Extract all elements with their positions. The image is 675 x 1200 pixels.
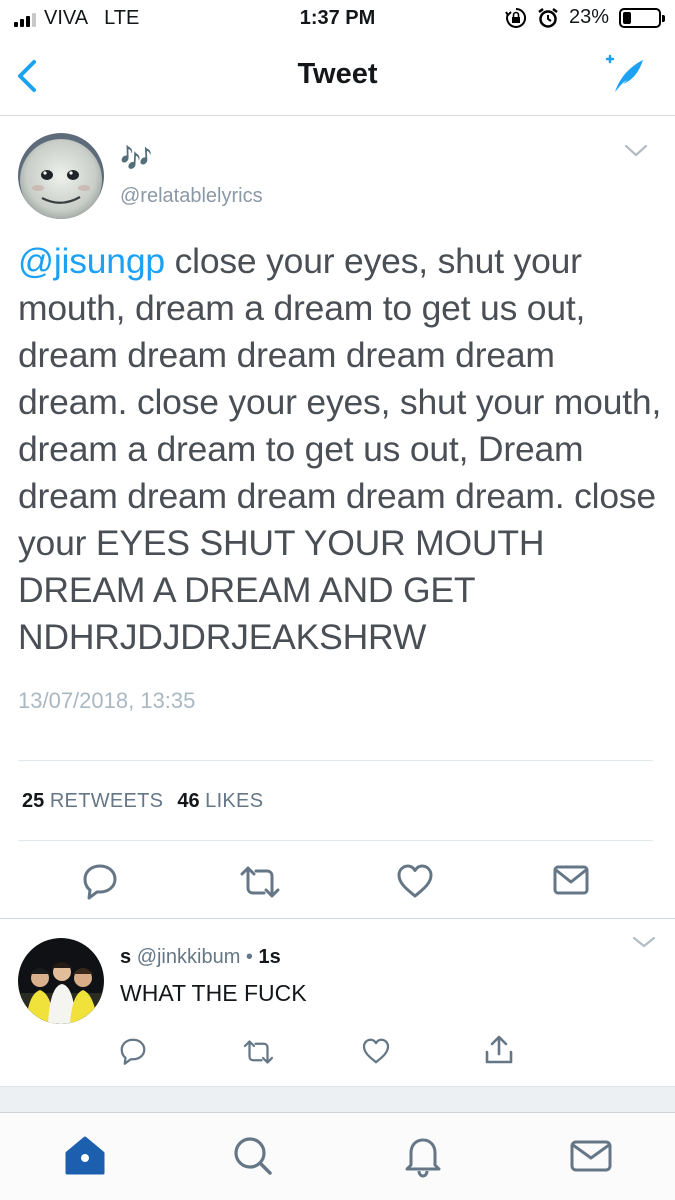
notifications-bell-icon[interactable] xyxy=(400,1133,446,1179)
engagement-counts: 25 RETWEETS 46 LIKES xyxy=(22,790,263,813)
compose-feather-icon[interactable] xyxy=(601,52,649,100)
search-icon[interactable] xyxy=(230,1133,276,1179)
likes-count: 46 xyxy=(177,790,200,812)
battery-percent: 23% xyxy=(568,6,609,28)
tweet-timestamp: 13/07/2018, 13:35 xyxy=(18,688,196,713)
home-icon[interactable] xyxy=(62,1133,108,1179)
reply-header: s @jinkkibum • 1s xyxy=(120,946,281,969)
retweets-count-link[interactable]: 25 RETWEETS xyxy=(22,790,163,813)
direct-message-envelope-icon[interactable] xyxy=(551,862,591,898)
retweets-count: 25 xyxy=(22,790,45,812)
like-heart-icon[interactable] xyxy=(395,861,435,901)
retweet-icon[interactable] xyxy=(238,862,282,902)
reply-icon[interactable] xyxy=(118,1036,148,1066)
avatar[interactable] xyxy=(18,133,104,219)
reply-time: 1s xyxy=(258,946,281,968)
chevron-down-icon[interactable] xyxy=(623,140,649,160)
alarm-icon xyxy=(538,7,558,28)
messages-envelope-icon[interactable] xyxy=(568,1133,614,1179)
page-title: Tweet xyxy=(297,58,378,90)
tab-bar xyxy=(0,1112,675,1200)
divider xyxy=(18,760,653,761)
divider xyxy=(18,840,653,841)
reply-text: WHAT THE FUCK xyxy=(120,980,307,1006)
status-bar: VIVA LTE 1:37 PM 23% xyxy=(0,0,675,38)
share-icon[interactable] xyxy=(483,1034,515,1066)
retweet-icon[interactable] xyxy=(242,1037,275,1067)
reply-avatar[interactable] xyxy=(18,938,104,1024)
chevron-down-icon[interactable] xyxy=(631,934,657,950)
battery-icon xyxy=(619,7,665,28)
reply-icon[interactable] xyxy=(80,861,120,901)
nav-bar: Tweet xyxy=(0,38,675,116)
reply-handle[interactable]: @jinkkibum xyxy=(137,946,241,968)
tweet-body: @jisungp close your eyes, shut your mout… xyxy=(18,238,663,661)
display-name[interactable]: 🎶 xyxy=(120,143,152,174)
like-heart-icon[interactable] xyxy=(361,1036,391,1066)
tweet-text: close your eyes, shut your mouth, dream … xyxy=(18,241,662,657)
avatar-moon-face-image xyxy=(18,133,104,219)
battery-level xyxy=(623,11,631,24)
user-handle[interactable]: @relatablelyrics xyxy=(120,185,263,208)
divider xyxy=(0,918,675,919)
orientation-lock-icon xyxy=(505,7,527,28)
feed-separator xyxy=(0,1086,675,1112)
likes-label: LIKES xyxy=(205,790,264,812)
mention-link[interactable]: @jisungp xyxy=(18,241,165,281)
avatar-group-photo-image xyxy=(18,938,104,1024)
reply-display-name[interactable]: s xyxy=(120,946,131,968)
likes-count-link[interactable]: 46 LIKES xyxy=(177,790,263,813)
retweets-label: RETWEETS xyxy=(49,790,164,812)
separator-dot: • xyxy=(245,946,253,968)
